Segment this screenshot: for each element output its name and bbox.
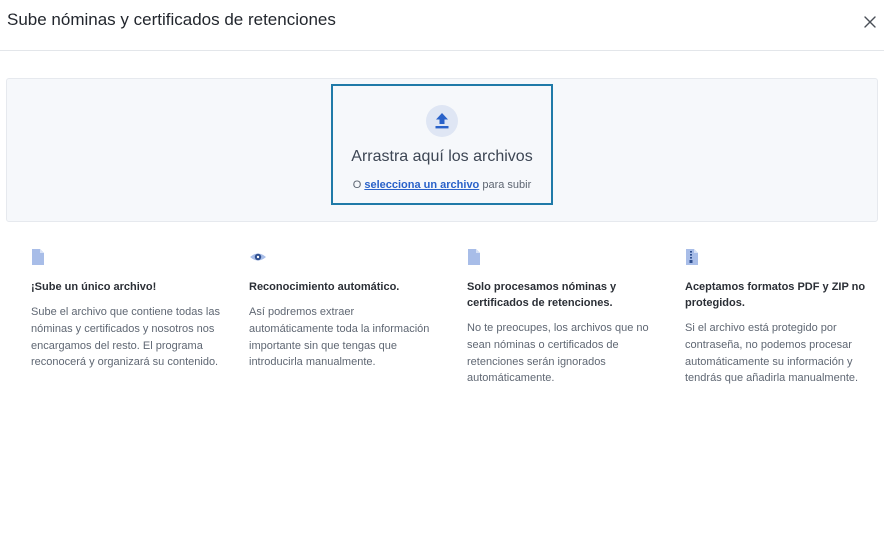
close-button[interactable]: [863, 15, 877, 29]
dropzone-panel: Arrastra aquí los archivos O selecciona …: [6, 78, 878, 222]
dropzone-subtitle: O selecciona un archivo para subir: [333, 179, 551, 191]
feature-formats: Aceptamos formatos PDF y ZIP no protegid…: [685, 248, 875, 387]
feature-title: Aceptamos formatos PDF y ZIP no protegid…: [685, 281, 866, 309]
feature-description: No te preocupes, los archivos que no sea…: [467, 322, 649, 385]
close-icon: [864, 16, 876, 28]
feature-title: ¡Sube un único archivo!: [31, 281, 157, 293]
feature-single-file: ¡Sube un único archivo! Sube el archivo …: [31, 248, 221, 371]
file-dropzone[interactable]: Arrastra aquí los archivos O selecciona …: [331, 84, 553, 205]
feature-description: Así podremos extraer automáticamente tod…: [249, 306, 430, 369]
dropzone-prefix: O: [352, 179, 362, 191]
feature-auto-recognition: Reconocimiento automático. Así podremos …: [249, 248, 439, 371]
upload-modal: Sube nóminas y certificados de retencion…: [0, 0, 884, 539]
eye-icon: [250, 253, 266, 261]
feature-description: Si el archivo está protegido por contras…: [685, 322, 859, 385]
dropzone-title: Arrastra aquí los archivos: [351, 148, 533, 165]
document-icon: [468, 249, 480, 265]
upload-icon: [426, 105, 458, 137]
zip-file-icon: [686, 249, 698, 265]
modal-title: Sube nóminas y certificados de retencion…: [7, 10, 336, 29]
feature-title: Reconocimiento automático.: [249, 281, 400, 293]
modal-header: Sube nóminas y certificados de retencion…: [0, 0, 884, 51]
feature-only-payslips: Solo procesamos nóminas y certificados d…: [467, 248, 657, 387]
document-icon: [32, 249, 44, 265]
feature-title: Solo procesamos nóminas y certificados d…: [467, 281, 617, 309]
feature-description: Sube el archivo que contiene todas las n…: [31, 306, 220, 369]
select-file-link[interactable]: selecciona un archivo: [364, 179, 479, 191]
dropzone-suffix: para subir: [482, 179, 532, 191]
